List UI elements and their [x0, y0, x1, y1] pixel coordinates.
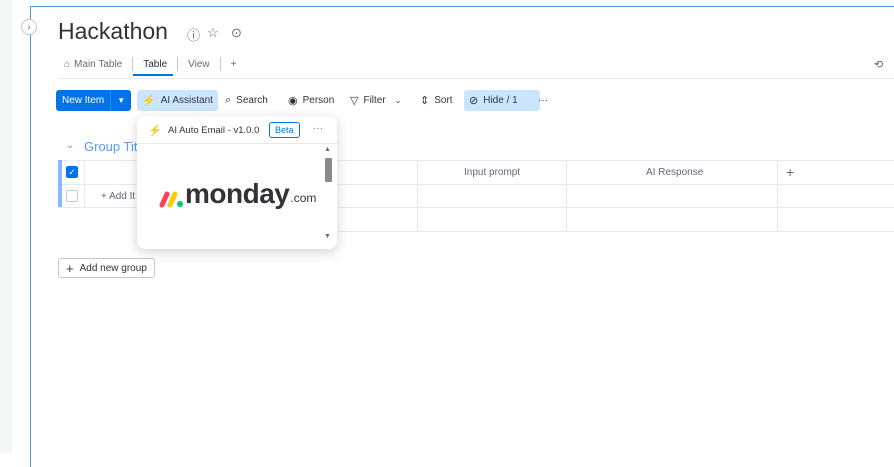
integrate-icon[interactable]: ⟲ [874, 58, 883, 71]
star-icon[interactable]: ☆ [207, 25, 219, 41]
add-new-group-label: Add new group [79, 262, 147, 274]
home-icon: ⌂ [64, 58, 71, 70]
column-divider [84, 160, 85, 208]
active-tab-indicator [133, 74, 173, 76]
monday-mark-icon [159, 191, 183, 208]
ai-assistant-button[interactable]: ⚡ AI Assistant [137, 90, 218, 111]
tab-divider [219, 57, 221, 71]
tab-table[interactable]: Table [139, 59, 171, 70]
left-gutter [0, 0, 12, 453]
select-all-checkbox[interactable]: ✓ [66, 166, 78, 178]
plus-icon: + [66, 260, 74, 276]
popup-more-button[interactable]: ··· [313, 123, 323, 134]
eye-off-icon: ⊘ [469, 95, 479, 107]
sort-icon: ⇕ [420, 95, 430, 107]
filter-label: Filter [363, 95, 386, 106]
tab-divider [177, 57, 179, 71]
scroll-down-arrow[interactable]: ▼ [324, 233, 331, 240]
monday-logo: monday .com [159, 180, 316, 208]
beta-badge: Beta [269, 122, 300, 138]
more-options-button[interactable]: ··· [533, 90, 553, 111]
filter-button[interactable]: ▽ Filter ⌄ [345, 90, 406, 111]
tab-label: Main Table [74, 58, 123, 70]
search-icon: ⌕ [225, 94, 232, 106]
hide-button[interactable]: ⊘ Hide / 1 [464, 90, 540, 111]
popup-title: AI Auto Email - v1.0.0 [168, 125, 260, 136]
ai-app-icon: ⚡ [148, 125, 162, 137]
scrollbar-thumb[interactable] [325, 158, 332, 182]
ai-assistant-popup: ⚡ AI Auto Email - v1.0.0 Beta ··· ▲ ▼ mo… [137, 116, 337, 249]
column-header-ai-response[interactable]: AI Response [646, 167, 703, 178]
add-item-input[interactable]: + Add It [101, 191, 135, 202]
tab-view[interactable]: View [184, 59, 214, 70]
activity-icon[interactable]: ⊙ [231, 25, 242, 41]
column-header-input-prompt[interactable]: Input prompt [464, 167, 520, 178]
row-checkbox[interactable] [66, 190, 78, 202]
search-label: Search [236, 95, 268, 106]
search-button[interactable]: ⌕ Search [220, 90, 273, 111]
scroll-up-arrow[interactable]: ▲ [324, 146, 331, 153]
sidebar-toggle-button[interactable]: › [21, 19, 37, 35]
sort-label: Sort [434, 95, 453, 106]
popup-divider [137, 143, 337, 144]
tab-label: Table [143, 58, 168, 70]
person-label: Person [302, 95, 335, 106]
column-divider [777, 160, 778, 232]
info-icon[interactable]: ⓘ [187, 25, 200, 44]
new-item-button[interactable]: New Item ▼ [56, 90, 132, 111]
tab-divider [132, 57, 134, 71]
tabs-divider [58, 78, 894, 79]
view-tabs: ⌂ Main Table Table View + [60, 56, 240, 72]
add-column-button[interactable]: + [786, 164, 794, 180]
tab-label: + [230, 58, 237, 70]
brand-suffix: .com [290, 191, 317, 205]
person-icon: ◉ [288, 95, 298, 107]
column-divider [417, 160, 418, 232]
board-title[interactable]: Hackathon [58, 18, 168, 45]
group-title[interactable]: Group Tit [84, 139, 137, 154]
tab-label: View [188, 58, 210, 70]
tab-main-table[interactable]: ⌂ Main Table [60, 59, 126, 70]
brand-word: monday [185, 178, 290, 209]
hide-label: Hide / 1 [483, 95, 518, 106]
sort-button[interactable]: ⇕ Sort [415, 90, 458, 111]
more-icon: ··· [538, 95, 548, 106]
table-row-divider [338, 207, 894, 208]
ai-icon: ⚡ [142, 95, 156, 107]
add-view-button[interactable]: + [227, 59, 241, 70]
chevron-down-icon[interactable]: ▼ [110, 90, 131, 111]
filter-icon: ▽ [350, 95, 359, 107]
column-divider [566, 160, 567, 232]
table-row-divider [58, 207, 138, 208]
table-border-bottom [338, 231, 894, 232]
chevron-down-icon[interactable]: ⌄ [66, 140, 74, 151]
chevron-down-icon[interactable]: ⌄ [395, 96, 402, 105]
group-color-bar [58, 160, 62, 207]
add-new-group-button[interactable]: + Add new group [58, 258, 155, 278]
new-item-label: New Item [62, 95, 105, 106]
ai-assistant-label: AI Assistant [160, 95, 213, 106]
person-button[interactable]: ◉ Person [283, 90, 339, 111]
